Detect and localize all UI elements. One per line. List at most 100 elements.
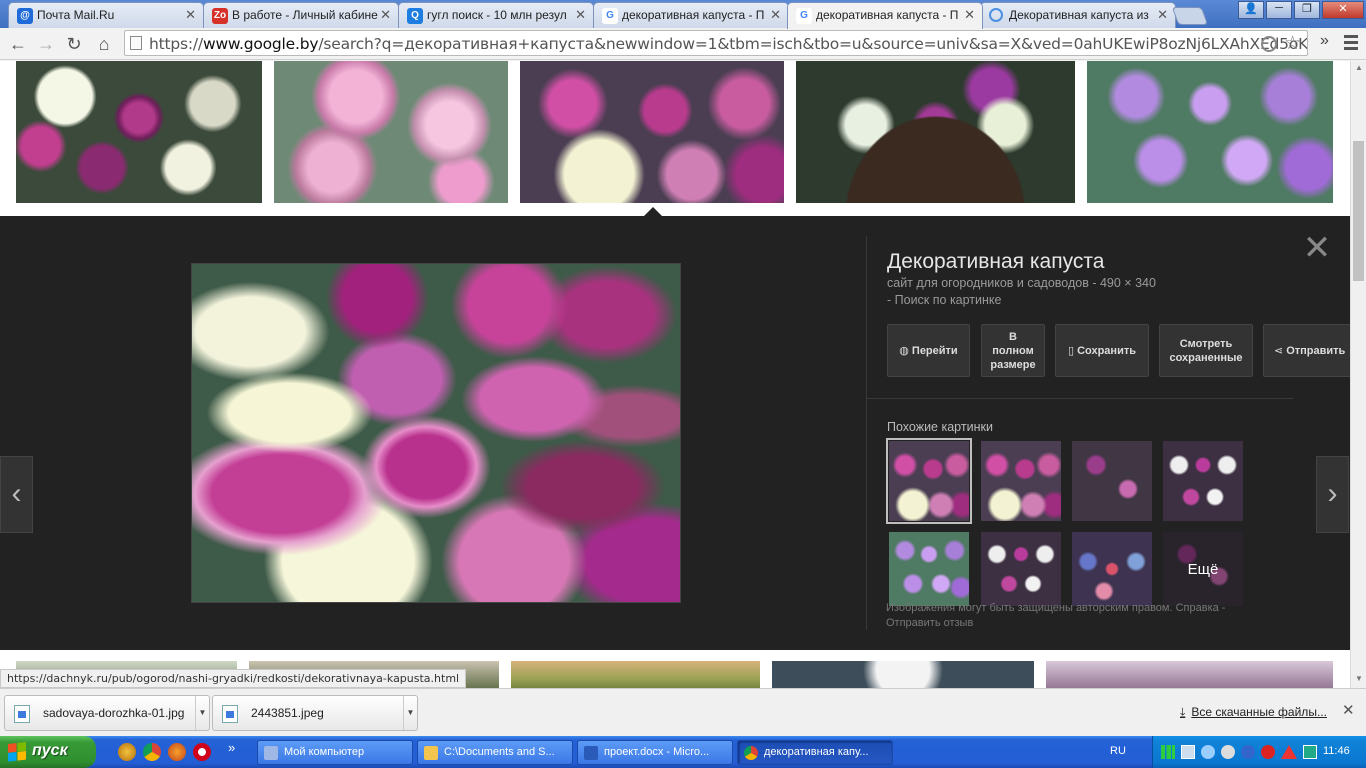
security-icon[interactable] (1261, 745, 1275, 759)
system-tray: 11:46 (1152, 736, 1366, 768)
preview-title[interactable]: Декоративная капуста (887, 250, 1104, 274)
forward-arrow-icon[interactable]: → (34, 32, 58, 56)
sound-icon[interactable] (1201, 745, 1215, 759)
all-downloads-link[interactable]: ⤓ Все скачанные файлы... (1180, 705, 1327, 720)
image-file-icon (222, 705, 238, 723)
similar-image[interactable] (1072, 532, 1152, 606)
view-saved-label: Смотреть сохраненные (1169, 337, 1243, 364)
tab-label: Декоративная капуста из (1009, 8, 1149, 22)
share-button[interactable]: ⋖ Отправить (1263, 324, 1350, 377)
tab-cabbage-loading[interactable]: Декоративная капуста из ✕ (980, 2, 1176, 28)
camera-icon[interactable] (1261, 36, 1277, 52)
visit-label: Перейти (911, 344, 958, 357)
language-indicator[interactable]: RU (1110, 745, 1126, 757)
full-size-button[interactable]: В полном размере (981, 324, 1045, 377)
download-item[interactable]: sadovaya-dorozhka-01.jpg ▼ (4, 695, 210, 731)
quicklaunch-app-icon[interactable] (118, 743, 136, 761)
tab-close-icon[interactable]: ✕ (575, 7, 586, 23)
tab-close-icon[interactable]: ✕ (964, 7, 975, 23)
result-image[interactable] (511, 661, 760, 688)
tab-zoon[interactable]: Zo В работе - Личный кабине ✕ (203, 2, 399, 28)
similar-image[interactable] (1072, 441, 1152, 521)
result-image[interactable] (772, 661, 1034, 688)
menu-icon[interactable] (1344, 32, 1358, 53)
reload-icon[interactable]: ↻ (62, 32, 86, 56)
result-image[interactable] (274, 61, 508, 203)
task-label: проект.docx - Micro... (604, 746, 710, 758)
save-label: Сохранить (1077, 344, 1136, 357)
close-download-bar-icon[interactable]: ✕ (1342, 701, 1355, 719)
home-icon[interactable]: ⌂ (92, 32, 116, 56)
taskbar-item-word[interactable]: проект.docx - Micro... (577, 740, 733, 765)
result-image[interactable] (16, 61, 262, 203)
back-arrow-icon[interactable]: ← (6, 32, 30, 56)
tab-cabbage-active[interactable]: G декоративная капуста - П ✕ (787, 2, 983, 29)
profile-icon[interactable]: 👤 (1238, 1, 1264, 19)
tab-close-icon[interactable]: ✕ (185, 7, 196, 23)
task-label: C:\Documents and S... (444, 746, 555, 758)
taskbar-item-chrome[interactable]: декоративная капу... (737, 740, 893, 765)
tab-cabbage-1[interactable]: G декоративная капуста - П ✕ (593, 2, 789, 28)
update-icon[interactable] (1303, 745, 1317, 759)
download-item[interactable]: 2443851.jpeg ▼ (212, 695, 418, 731)
view-saved-button[interactable]: Смотреть сохраненные (1159, 324, 1253, 377)
similar-image[interactable] (981, 441, 1061, 521)
more-similar-button[interactable]: Ещё (1163, 532, 1243, 606)
network-icon[interactable] (1181, 745, 1195, 759)
save-button[interactable]: ▯ Сохранить (1055, 324, 1149, 377)
close-preview-icon[interactable]: ✕ (1302, 231, 1332, 265)
result-image[interactable] (1087, 61, 1333, 203)
bluetooth-icon[interactable] (1241, 745, 1255, 759)
preview-source[interactable]: сайт для огородников и садоводов (887, 276, 1089, 290)
tab-close-icon[interactable]: ✕ (1157, 7, 1168, 23)
prev-image-button[interactable]: ‹ (0, 456, 33, 533)
tab-label: декоративная капуста - П (622, 8, 765, 22)
tab-google-search[interactable]: Q гугл поиск - 10 млн резул ✕ (398, 2, 594, 28)
zoon-icon: Zo (212, 8, 228, 24)
chrome-icon (744, 746, 758, 760)
word-icon (584, 746, 598, 760)
download-menu-icon[interactable]: ▼ (195, 696, 209, 730)
clock[interactable]: 11:46 (1323, 745, 1350, 757)
page-scrollbar[interactable]: ▲ ▼ (1350, 61, 1366, 688)
similar-image[interactable] (1163, 441, 1243, 521)
quicklaunch-more-icon[interactable]: » (228, 740, 235, 755)
tab-close-icon[interactable]: ✕ (380, 7, 391, 23)
tab-mail[interactable]: @ Почта Mail.Ru ✕ (8, 2, 204, 28)
scroll-up-icon[interactable]: ▲ (1355, 63, 1363, 72)
url-path: /search?q=декоративная+капуста&newwindow… (318, 35, 1308, 53)
visit-button[interactable]: ◍ Перейти (887, 324, 970, 377)
start-button[interactable]: пуск (0, 736, 96, 768)
result-image[interactable] (796, 61, 1075, 203)
next-image-button[interactable]: › (1316, 456, 1349, 533)
similar-image[interactable] (889, 532, 969, 606)
share-icon: ⋖ (1274, 344, 1284, 357)
new-tab-button[interactable] (1171, 7, 1209, 25)
globe-icon: ◍ (899, 344, 909, 357)
taskbar-item-my-computer[interactable]: Мой компьютер (257, 740, 413, 765)
taskbar-item-explorer[interactable]: C:\Documents and S... (417, 740, 573, 765)
download-menu-icon[interactable]: ▼ (403, 696, 417, 730)
warning-icon[interactable] (1281, 745, 1297, 759)
maximize-button[interactable]: ❐ (1294, 1, 1320, 19)
close-window-button[interactable]: ✕ (1322, 1, 1364, 19)
minimize-button[interactable]: ─ (1266, 1, 1292, 19)
bookmark-star-icon[interactable]: ☆ (1284, 32, 1301, 54)
firefox-icon[interactable] (168, 743, 186, 761)
chrome-icon[interactable] (143, 743, 161, 761)
similar-image[interactable] (886, 438, 972, 524)
preview-image[interactable] (191, 263, 681, 603)
scrollbar-thumb[interactable] (1353, 141, 1364, 281)
signal-icon[interactable] (1161, 745, 1175, 759)
extensions-chevron-icon[interactable]: » (1320, 32, 1329, 50)
result-image-selected[interactable] (520, 61, 784, 203)
result-image[interactable] (1046, 661, 1333, 688)
scroll-down-icon[interactable]: ▼ (1355, 674, 1363, 683)
similar-image[interactable] (981, 532, 1061, 606)
search-by-image-link[interactable]: - Поиск по картинке (887, 293, 1001, 307)
address-bar[interactable]: https://www.google.by/search?q=декоратив… (124, 30, 1308, 56)
opera-icon[interactable] (193, 743, 211, 761)
tab-close-icon[interactable]: ✕ (770, 7, 781, 23)
browser-toolbar: ← → ↻ ⌂ https://www.google.by/search?q=д… (0, 28, 1366, 60)
settings-icon[interactable] (1221, 745, 1235, 759)
